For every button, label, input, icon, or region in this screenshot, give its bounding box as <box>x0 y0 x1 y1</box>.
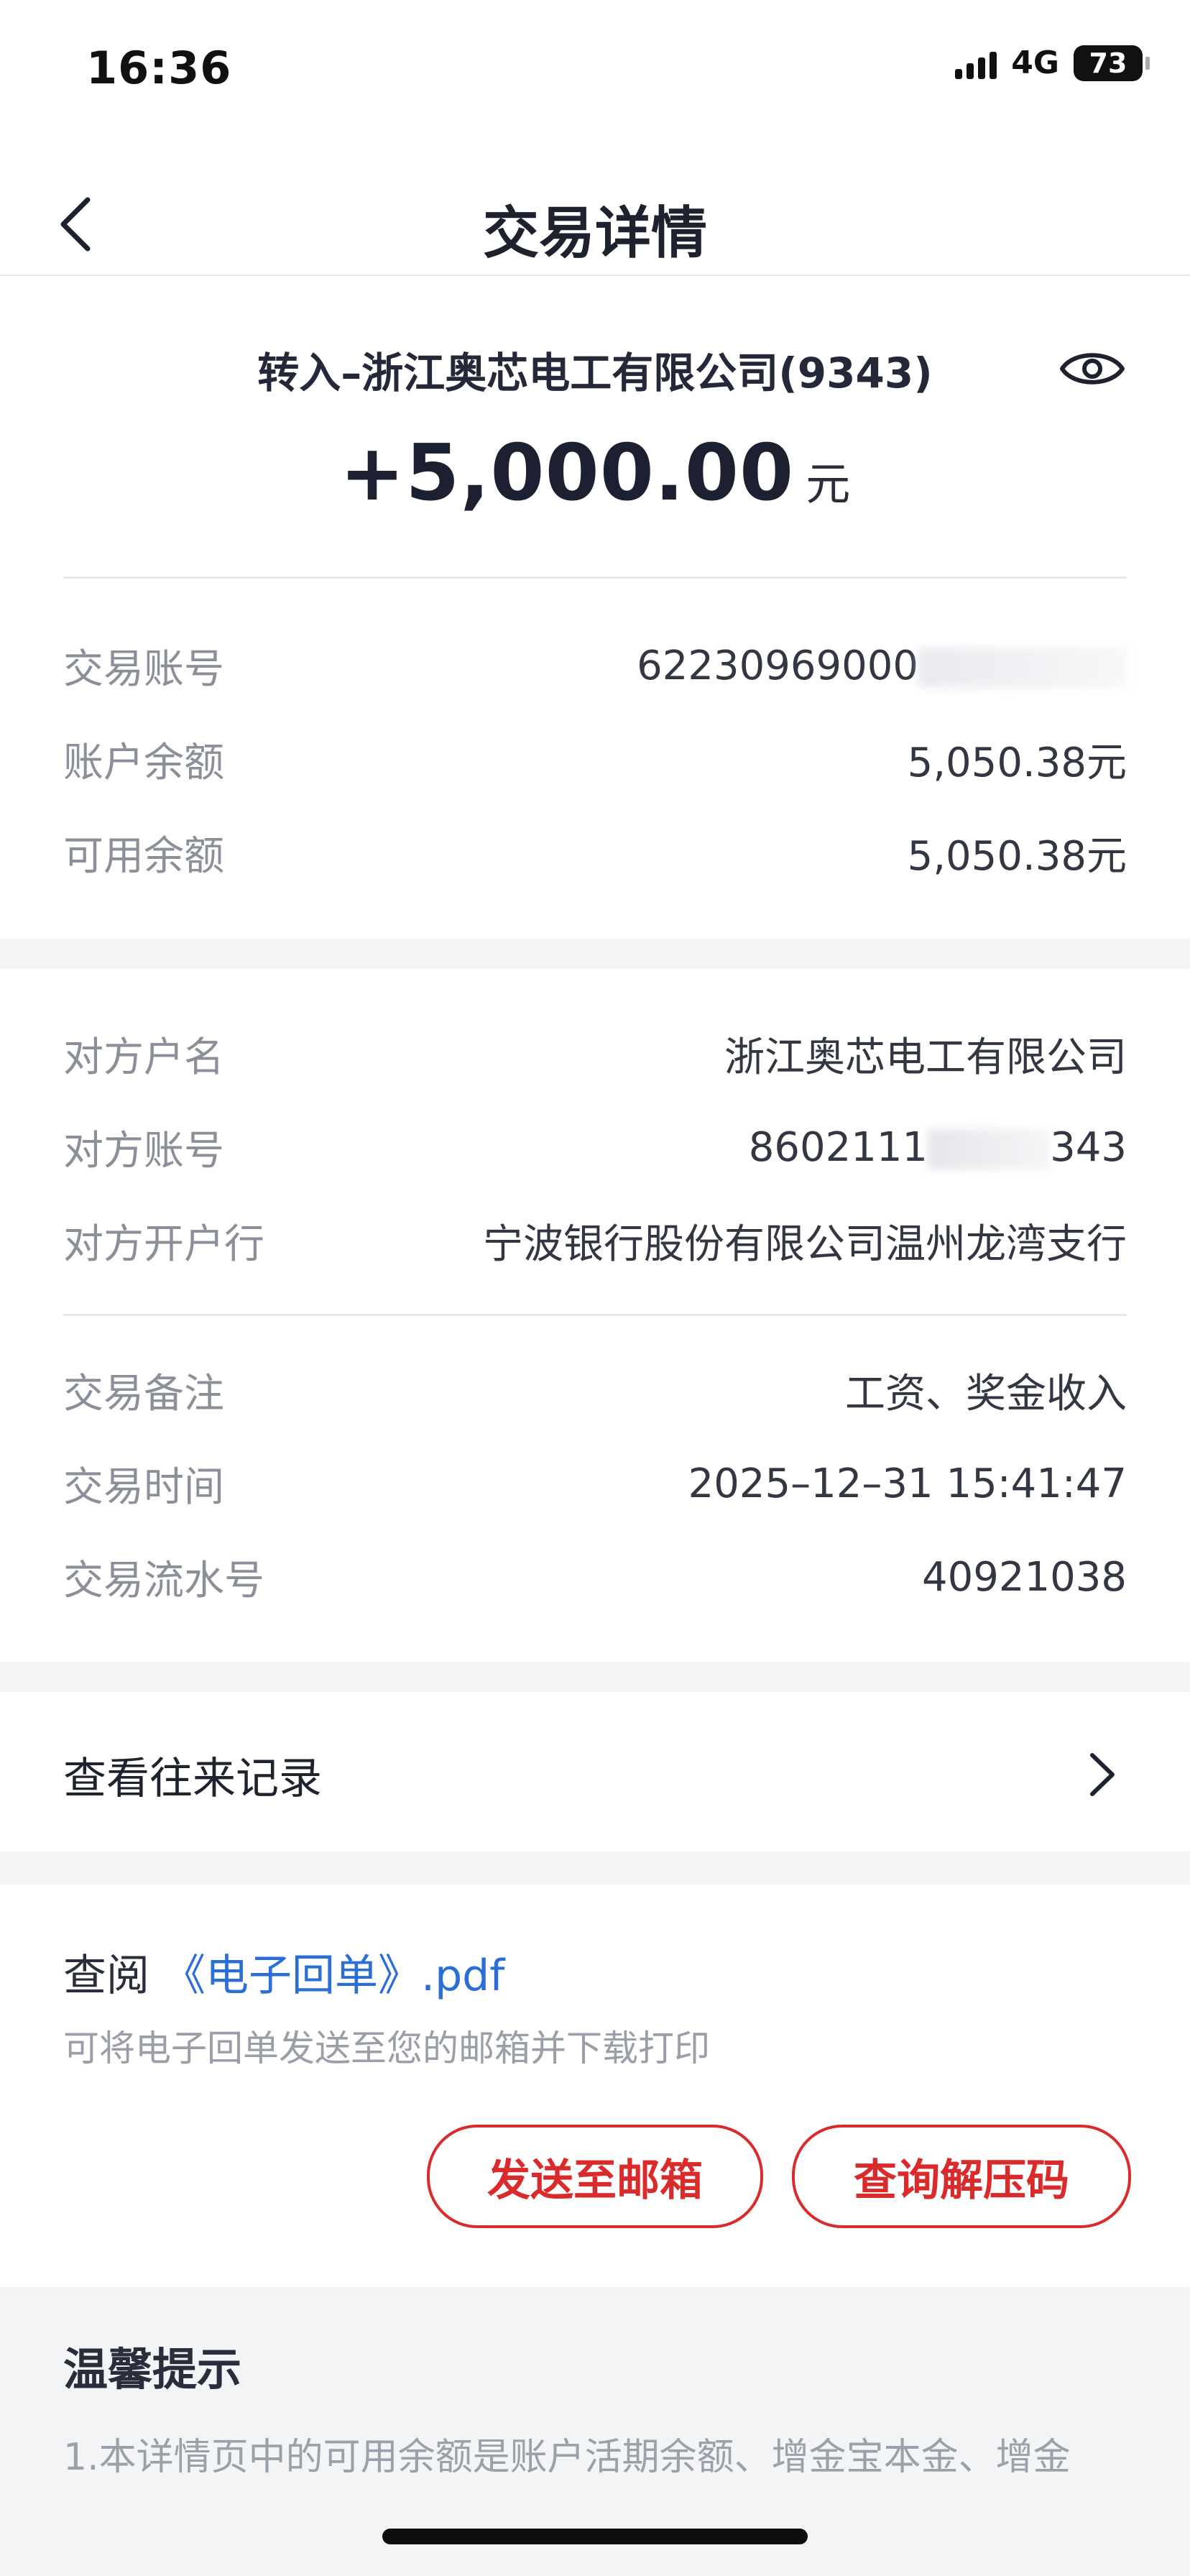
serial-number-row: 交易流水号 40921038 <box>63 1548 1127 1606</box>
row-value: 2025–12–31 15:41:47 <box>688 1460 1127 1507</box>
status-indicators: 4G 73 <box>955 45 1150 81</box>
amount-unit: 元 <box>806 458 851 510</box>
account-suffix: 343 <box>1050 1123 1127 1171</box>
eye-icon[interactable] <box>1058 344 1127 394</box>
counterparty-name-row: 对方户名 浙江奥芯电工有限公司 <box>63 1025 1127 1082</box>
row-label: 交易账号 <box>63 645 224 693</box>
row-label: 可用余额 <box>63 832 224 880</box>
receipt-pdf-link[interactable]: 《电子回单》.pdf <box>162 1951 504 2001</box>
row-value: 5,050.38元 <box>907 739 1127 786</box>
section-gap <box>0 1662 1190 1692</box>
battery-level: 73 <box>1089 47 1127 79</box>
tips-title: 温馨提示 <box>63 2343 242 2396</box>
row-label: 账户余额 <box>63 739 224 786</box>
section-gap <box>0 939 1190 969</box>
masked-digits <box>918 648 1127 689</box>
home-indicator[interactable] <box>382 2529 808 2544</box>
counterparty-account-row: 对方账号 8602111 343 <box>63 1118 1127 1176</box>
query-unzip-code-button[interactable]: 查询解压码 <box>792 2125 1131 2228</box>
account-number-visible: 62230969000 <box>637 642 918 689</box>
nav-bar: 交易详情 <box>0 172 1190 276</box>
divider <box>63 576 1127 579</box>
page-title: 交易详情 <box>482 201 707 266</box>
row-value: 工资、奖金收入 <box>845 1370 1127 1417</box>
chevron-right-icon <box>1090 1753 1115 1796</box>
transaction-note-row: 交易备注 工资、奖金收入 <box>63 1361 1127 1419</box>
network-type: 4G <box>1011 45 1059 81</box>
account-number-row: 交易账号 62230969000 <box>63 637 1127 694</box>
view-records-link[interactable]: 查看往来记录 <box>63 1742 1127 1807</box>
account-balance-row: 账户余额 5,050.38元 <box>63 730 1127 788</box>
row-value: 5,050.38元 <box>907 832 1127 880</box>
row-value: 62230969000 <box>637 643 1127 689</box>
row-value: 8602111 343 <box>749 1124 1127 1171</box>
counterparty-bank-row: 对方开户行 宁波银行股份有限公司温州龙湾支行 <box>63 1212 1127 1269</box>
amount-value: +5,000.00 <box>339 428 795 518</box>
tips-text: 1.本详情页中的可用余额是账户活期余额、增金宝本金、增金 <box>63 2436 1071 2479</box>
back-arrow-icon[interactable] <box>50 196 108 253</box>
records-label: 查看往来记录 <box>63 1753 322 1804</box>
row-value: 40921038 <box>921 1553 1127 1601</box>
masked-digits <box>928 1129 1051 1170</box>
section-gap <box>0 1852 1190 1885</box>
available-balance-row: 可用余额 5,050.38元 <box>63 824 1127 881</box>
amount-display: +5,000.00 元 <box>0 428 1190 518</box>
account-prefix: 8602111 <box>748 1123 928 1171</box>
row-label: 交易时间 <box>63 1463 224 1511</box>
row-label: 对方开户行 <box>63 1220 264 1268</box>
divider <box>63 1314 1127 1316</box>
row-label: 交易流水号 <box>63 1557 264 1604</box>
status-time: 16:36 <box>86 42 232 94</box>
receipt-prefix: 查阅 <box>63 1951 149 2001</box>
row-label: 对方户名 <box>63 1034 224 1081</box>
receipt-line: 查阅 《电子回单》.pdf <box>63 1941 504 2003</box>
transaction-title: 转入–浙江奥芯电工有限公司(9343) <box>257 349 933 397</box>
battery-icon: 73 <box>1074 45 1150 81</box>
send-to-email-button[interactable]: 发送至邮箱 <box>427 2125 763 2228</box>
row-label: 交易备注 <box>63 1370 224 1417</box>
receipt-description: 可将电子回单发送至您的邮箱并下载打印 <box>63 2028 710 2069</box>
row-value: 宁波银行股份有限公司温州龙湾支行 <box>483 1220 1127 1268</box>
row-label: 对方账号 <box>63 1127 224 1174</box>
transaction-time-row: 交易时间 2025–12–31 15:41:47 <box>63 1455 1127 1512</box>
row-value: 浙江奥芯电工有限公司 <box>724 1034 1127 1081</box>
signal-icon <box>955 47 997 79</box>
